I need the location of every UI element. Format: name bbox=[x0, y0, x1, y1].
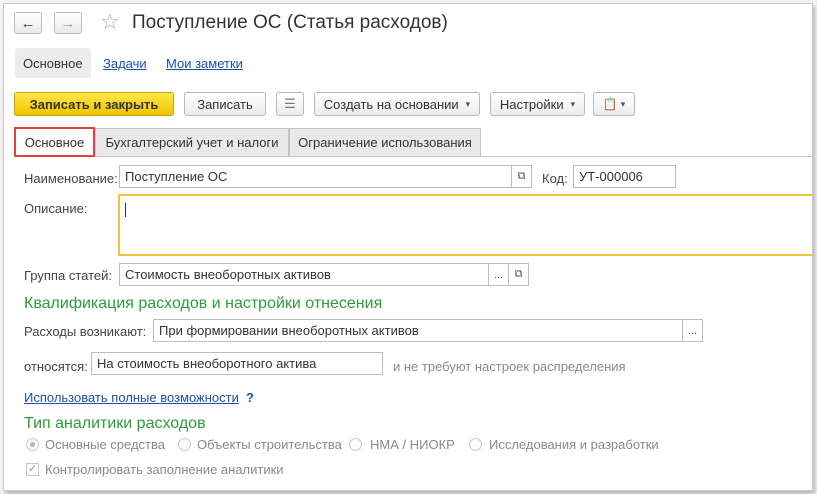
create-based-on-button[interactable]: Создать на основании ▾ bbox=[314, 92, 480, 116]
arise-input[interactable]: При формировании внеоборотных активов bbox=[153, 319, 683, 342]
form-window: ← → ☆ Поступление ОС (Статья расходов) О… bbox=[3, 3, 813, 491]
group-select-button[interactable]: ... bbox=[488, 263, 509, 286]
full-features-link[interactable]: Использовать полные возможности bbox=[24, 390, 239, 405]
create-based-label: Создать на основании bbox=[323, 96, 459, 112]
open-name-button[interactable]: ⧉ bbox=[511, 165, 532, 188]
radio-fixed-assets[interactable] bbox=[26, 438, 39, 451]
code-label: Код: bbox=[542, 171, 568, 186]
arise-label: Расходы возникают: bbox=[24, 324, 147, 339]
group-input[interactable]: Стоимость внеоборотных активов bbox=[119, 263, 489, 286]
ellipsis-icon: ... bbox=[493, 268, 504, 281]
structure-button[interactable]: ☰ bbox=[276, 92, 304, 116]
checkmark-icon: ✓ bbox=[27, 463, 38, 475]
form-tab-restrictions[interactable]: Ограничение использования bbox=[289, 128, 481, 156]
description-label: Описание: bbox=[24, 201, 88, 216]
form-tab-accounting[interactable]: Бухгалтерский учет и налоги bbox=[95, 128, 289, 156]
analytics-heading: Тип аналитики расходов bbox=[24, 415, 206, 432]
arrow-right-icon: → bbox=[60, 14, 76, 32]
group-label: Группа статей: bbox=[24, 268, 112, 283]
arise-select-button[interactable]: ... bbox=[682, 319, 703, 342]
chevron-down-icon: ▾ bbox=[570, 98, 576, 109]
relate-input[interactable]: На стоимость внеоборотного актива bbox=[91, 352, 383, 375]
back-button[interactable]: ← bbox=[14, 12, 42, 34]
reports-button[interactable]: 📋 ▾ bbox=[593, 92, 635, 116]
tab-divider bbox=[14, 156, 812, 157]
radio-intangible-label: НМА / НИОКР bbox=[370, 437, 455, 452]
report-icon: 📋 bbox=[602, 97, 618, 111]
open-icon: ⧉ bbox=[514, 268, 523, 280]
radio-construction-label: Объекты строительства bbox=[197, 437, 342, 452]
radio-research[interactable] bbox=[469, 438, 482, 451]
control-analytics-label: Контролировать заполнение аналитики bbox=[45, 462, 284, 477]
description-textarea[interactable] bbox=[118, 194, 812, 256]
chevron-down-icon: ▾ bbox=[465, 98, 471, 109]
group-open-button[interactable]: ⧉ bbox=[508, 263, 529, 286]
radio-intangible[interactable] bbox=[349, 438, 362, 451]
radio-research-label: Исследования и разработки bbox=[489, 437, 659, 452]
code-input[interactable]: УТ-000006 bbox=[573, 165, 676, 188]
ellipsis-icon: ... bbox=[687, 324, 698, 337]
qualification-heading: Квалификация расходов и настройки отнесе… bbox=[24, 295, 383, 312]
name-input[interactable]: Поступление ОС bbox=[119, 165, 512, 188]
save-and-close-button[interactable]: Записать и закрыть bbox=[14, 92, 174, 116]
arrow-left-icon: ← bbox=[20, 14, 36, 32]
radio-fixed-assets-label: Основные средства bbox=[45, 437, 165, 452]
favorite-star-icon[interactable]: ☆ bbox=[100, 9, 120, 35]
open-icon: ⧉ bbox=[517, 170, 526, 182]
radio-construction[interactable] bbox=[178, 438, 191, 451]
relate-note: и не требуют настроек распределения bbox=[393, 359, 626, 374]
window-title: Поступление ОС (Статья расходов) bbox=[132, 12, 448, 33]
settings-label: Настройки bbox=[499, 96, 564, 112]
forward-button[interactable]: → bbox=[54, 12, 82, 34]
name-label: Наименование: bbox=[24, 171, 118, 186]
control-analytics-checkbox[interactable]: ✓ bbox=[26, 463, 39, 476]
top-tab-notes[interactable]: Мои заметки bbox=[166, 48, 243, 78]
list-icon: ☰ bbox=[284, 96, 296, 111]
relate-label: относятся: bbox=[24, 359, 88, 374]
settings-button[interactable]: Настройки ▾ bbox=[490, 92, 585, 116]
top-tab-tasks[interactable]: Задачи bbox=[103, 48, 147, 78]
form-tab-main[interactable]: Основное bbox=[14, 127, 95, 157]
chevron-down-icon: ▾ bbox=[620, 98, 626, 109]
save-button[interactable]: Записать bbox=[184, 92, 266, 116]
top-tab-main[interactable]: Основное bbox=[15, 48, 91, 78]
text-cursor bbox=[125, 203, 126, 217]
help-icon[interactable]: ? bbox=[246, 390, 254, 405]
